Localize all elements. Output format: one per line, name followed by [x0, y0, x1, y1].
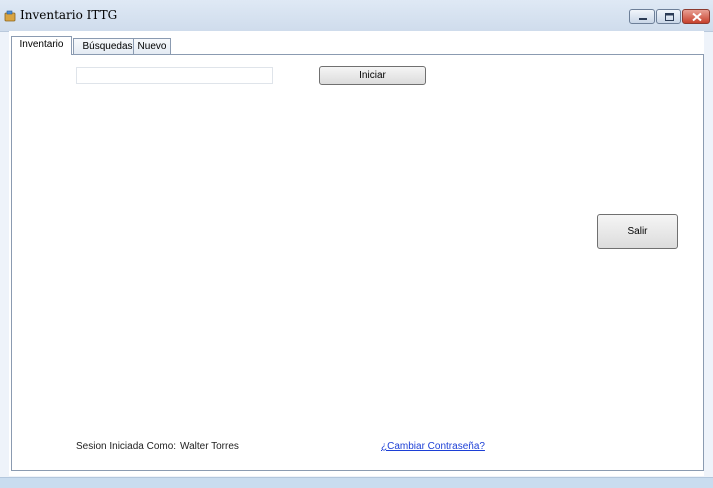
tab-panel-inventario: [11, 54, 704, 471]
close-button[interactable]: [682, 9, 710, 24]
tab-busquedas[interactable]: Búsquedas: [73, 38, 142, 54]
tab-inventario[interactable]: Inventario: [11, 36, 72, 55]
change-password-link[interactable]: ¿Cambiar Contraseña?: [381, 441, 485, 452]
maximize-button[interactable]: [656, 9, 681, 24]
minimize-button[interactable]: [629, 9, 655, 24]
title-bar[interactable]: Inventario ITTG: [0, 0, 713, 32]
user-name-label: Walter Torres: [180, 441, 239, 452]
salir-button[interactable]: Salir: [597, 214, 678, 249]
maximize-icon: [665, 13, 674, 21]
window-title: Inventario ITTG: [20, 8, 118, 22]
main-window: Inventario ITTG Inventario Búsquedas Nue…: [0, 0, 713, 488]
window-bottom-border: [0, 477, 713, 488]
search-input[interactable]: [76, 67, 273, 84]
session-label: Sesion Iniciada Como:: [76, 441, 177, 452]
minimize-icon: [639, 18, 647, 20]
tab-nuevo[interactable]: Nuevo: [133, 38, 171, 54]
close-icon: [692, 12, 702, 22]
iniciar-button[interactable]: Iniciar: [319, 66, 426, 85]
app-icon: [4, 9, 16, 22]
